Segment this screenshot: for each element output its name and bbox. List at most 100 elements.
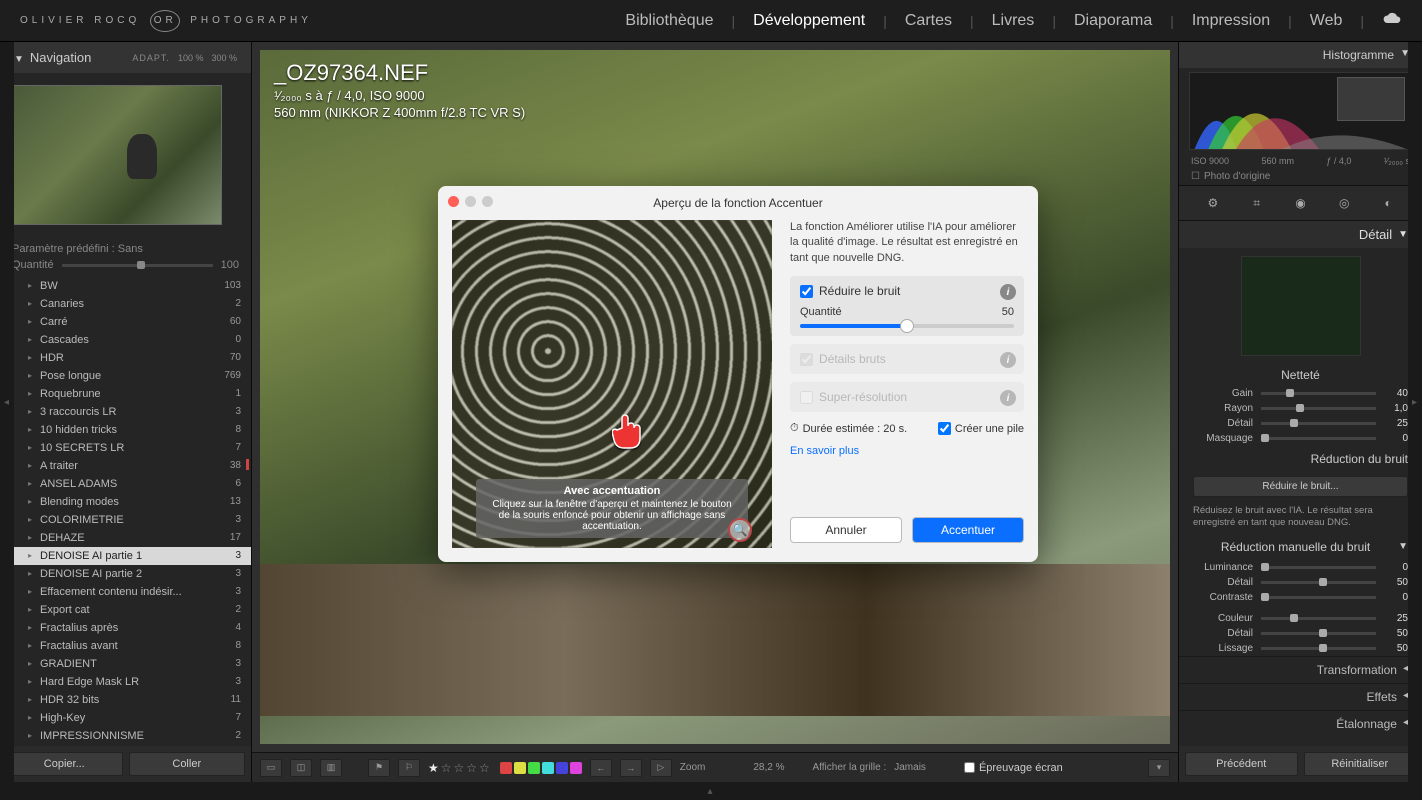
slider-contraste[interactable]: Contraste0 bbox=[1179, 590, 1422, 605]
module-develop[interactable]: Développement bbox=[753, 12, 865, 30]
nav-fit-label[interactable]: ADAPT. bbox=[132, 53, 170, 63]
detail-panel-header[interactable]: Détail▼ bbox=[1179, 221, 1422, 248]
module-print[interactable]: Impression bbox=[1192, 12, 1270, 30]
slider-rayon[interactable]: Rayon1,0 bbox=[1179, 401, 1422, 416]
navigator-preview[interactable] bbox=[0, 73, 251, 237]
collection-carr-[interactable]: ▸Carré60 bbox=[0, 313, 251, 331]
compare-view-icon[interactable]: ◫ bbox=[290, 759, 312, 777]
collection-gradient[interactable]: ▸GRADIENT3 bbox=[0, 655, 251, 673]
bottom-toolbar: ▭ ◫ ▥ ⚑ ⚐ ★☆☆☆☆ ← → ▷ Zoom 28,2 % Affich… bbox=[252, 752, 1178, 782]
denoise-ai-button[interactable]: Réduire le bruit... bbox=[1193, 476, 1408, 497]
cancel-button[interactable]: Annuler bbox=[790, 517, 902, 543]
collection-ansel-adams[interactable]: ▸ANSEL ADAMS6 bbox=[0, 475, 251, 493]
collection-blending-modes[interactable]: ▸Blending modes13 bbox=[0, 493, 251, 511]
mask-icon[interactable]: ◐ bbox=[1378, 194, 1398, 212]
toolbar-options-icon[interactable]: ▾ bbox=[1148, 759, 1170, 777]
collection-fractalius-apr-s[interactable]: ▸Fractalius après4 bbox=[0, 619, 251, 637]
collection-10-hidden-tricks[interactable]: ▸10 hidden tricks8 bbox=[0, 421, 251, 439]
learn-more-link[interactable]: En savoir plus bbox=[790, 445, 859, 457]
collection-a-traiter[interactable]: ▸A traiter38 bbox=[0, 457, 251, 475]
slider-luminance[interactable]: Luminance0 bbox=[1179, 560, 1422, 575]
filmstrip-grip[interactable]: ▴ bbox=[0, 782, 1422, 800]
collection-canaries[interactable]: ▸Canaries2 bbox=[0, 295, 251, 313]
collection-effacement-contenu-ind-sir-[interactable]: ▸Effacement contenu indésir...3 bbox=[0, 583, 251, 601]
slider-détail[interactable]: Détail25 bbox=[1179, 416, 1422, 431]
slider-lissage[interactable]: Lissage50 bbox=[1179, 641, 1422, 656]
collection-hard-edge-mask-lr[interactable]: ▸Hard Edge Mask LR3 bbox=[0, 673, 251, 691]
collection-high-key[interactable]: ▸High-Key7 bbox=[0, 709, 251, 727]
slider-détail[interactable]: Détail50 bbox=[1179, 626, 1422, 641]
hand-cursor-icon bbox=[612, 410, 648, 450]
denoise-checkbox[interactable]: Réduire le bruit bbox=[800, 284, 1014, 298]
heal-icon[interactable]: ◉ bbox=[1290, 194, 1310, 212]
dialog-titlebar: Aperçu de la fonction Accentuer bbox=[438, 186, 1038, 220]
panel-transformation[interactable]: Transformation◂ bbox=[1179, 656, 1422, 683]
navigator-header[interactable]: ▼Navigation ADAPT. 100 % 300 % bbox=[0, 42, 251, 73]
collection-bw[interactable]: ▸BW103 bbox=[0, 277, 251, 295]
softproof-checkbox[interactable]: Épreuvage écran bbox=[964, 762, 1063, 774]
close-icon[interactable] bbox=[448, 196, 459, 207]
slider-couleur[interactable]: Couleur25 bbox=[1179, 611, 1422, 626]
collection-hdr[interactable]: ▸HDR70 bbox=[0, 349, 251, 367]
module-books[interactable]: Livres bbox=[992, 12, 1035, 30]
prev-photo-icon[interactable]: ← bbox=[590, 759, 612, 777]
left-panel-grip[interactable]: ◂ bbox=[0, 42, 14, 782]
collection-denoise-ai-partie-1[interactable]: ▸DENOISE AI partie 13 bbox=[0, 547, 251, 565]
histogram-header[interactable]: Histogramme▼ bbox=[1179, 42, 1422, 68]
collection-dehaze[interactable]: ▸DEHAZE17 bbox=[0, 529, 251, 547]
preset-qty-slider[interactable] bbox=[62, 264, 213, 267]
reset-button[interactable]: Réinitialiser bbox=[1304, 752, 1417, 776]
star-rating[interactable]: ★☆☆☆☆ bbox=[428, 761, 492, 775]
panel-effets[interactable]: Effets◂ bbox=[1179, 683, 1422, 710]
collection-denoise-ai-partie-2[interactable]: ▸DENOISE AI partie 23 bbox=[0, 565, 251, 583]
collection-hdr-32-bits[interactable]: ▸HDR 32 bits11 bbox=[0, 691, 251, 709]
slider-détail[interactable]: Détail50 bbox=[1179, 575, 1422, 590]
collection-roquebrune[interactable]: ▸Roquebrune1 bbox=[0, 385, 251, 403]
grid-value[interactable]: Jamais bbox=[894, 762, 926, 773]
edit-sliders-icon[interactable]: ⚙ bbox=[1203, 194, 1223, 212]
manual-noise-header[interactable]: Réduction manuelle du bruit▼ bbox=[1179, 534, 1422, 560]
redeye-icon[interactable]: ◎ bbox=[1334, 194, 1354, 212]
loupe-view-icon[interactable]: ▭ bbox=[260, 759, 282, 777]
reference-view-icon[interactable]: ▥ bbox=[320, 759, 342, 777]
original-photo-checkbox[interactable]: ☐ Photo d'origine bbox=[1179, 168, 1422, 185]
amount-slider[interactable] bbox=[800, 324, 1014, 328]
flag-pick-icon[interactable]: ⚑ bbox=[368, 759, 390, 777]
right-panel-grip[interactable]: ▸ bbox=[1408, 42, 1422, 782]
enhance-preview[interactable]: Avec accentuation Cliquez sur la fenêtre… bbox=[452, 220, 772, 548]
copy-button[interactable]: Copier... bbox=[6, 752, 123, 776]
previous-button[interactable]: Précédent bbox=[1185, 752, 1298, 776]
collection-intersection[interactable]: ▸Intersection4 bbox=[0, 745, 251, 746]
slider-masquage[interactable]: Masquage0 bbox=[1179, 431, 1422, 446]
flag-reject-icon[interactable]: ⚐ bbox=[398, 759, 420, 777]
collection-fractalius-avant[interactable]: ▸Fractalius avant8 bbox=[0, 637, 251, 655]
module-maps[interactable]: Cartes bbox=[905, 12, 952, 30]
collection-cascades[interactable]: ▸Cascades0 bbox=[0, 331, 251, 349]
collection-pose-longue[interactable]: ▸Pose longue769 bbox=[0, 367, 251, 385]
module-web[interactable]: Web bbox=[1310, 12, 1343, 30]
collection-10-secrets-lr[interactable]: ▸10 SECRETS LR7 bbox=[0, 439, 251, 457]
play-icon[interactable]: ▷ bbox=[650, 759, 672, 777]
crop-icon[interactable]: ⌗ bbox=[1247, 194, 1267, 212]
histogram[interactable] bbox=[1189, 72, 1412, 150]
magnifier-icon[interactable]: 🔍 bbox=[728, 518, 752, 542]
collection-colorimetrie[interactable]: ▸COLORIMETRIE3 bbox=[0, 511, 251, 529]
denoise-description: Réduisez le bruit avec l'IA. Le résultat… bbox=[1179, 501, 1422, 534]
color-labels[interactable] bbox=[500, 762, 582, 774]
collection-3-raccourcis-lr[interactable]: ▸3 raccourcis LR3 bbox=[0, 403, 251, 421]
enhance-button[interactable]: Accentuer bbox=[912, 517, 1024, 543]
module-library[interactable]: Bibliothèque bbox=[625, 12, 713, 30]
module-slideshow[interactable]: Diaporama bbox=[1074, 12, 1152, 30]
cloud-sync-icon[interactable] bbox=[1382, 11, 1402, 30]
collection-export-cat[interactable]: ▸Export cat2 bbox=[0, 601, 251, 619]
slider-gain[interactable]: Gain40 bbox=[1179, 386, 1422, 401]
detail-preview[interactable] bbox=[1241, 256, 1361, 356]
panel-étalonnage[interactable]: Étalonnage◂ bbox=[1179, 710, 1422, 737]
paste-button[interactable]: Coller bbox=[129, 752, 246, 776]
collection-list: ▸BW103▸Canaries2▸Carré60▸Cascades0▸HDR70… bbox=[0, 277, 251, 746]
nav-zoom-100[interactable]: 100 % bbox=[178, 53, 204, 63]
collection-impressionnisme[interactable]: ▸IMPRESSIONNISME2 bbox=[0, 727, 251, 745]
nav-zoom-300[interactable]: 300 % bbox=[211, 53, 237, 63]
create-stack-checkbox[interactable]: Créer une pile bbox=[938, 422, 1024, 435]
next-photo-icon[interactable]: → bbox=[620, 759, 642, 777]
